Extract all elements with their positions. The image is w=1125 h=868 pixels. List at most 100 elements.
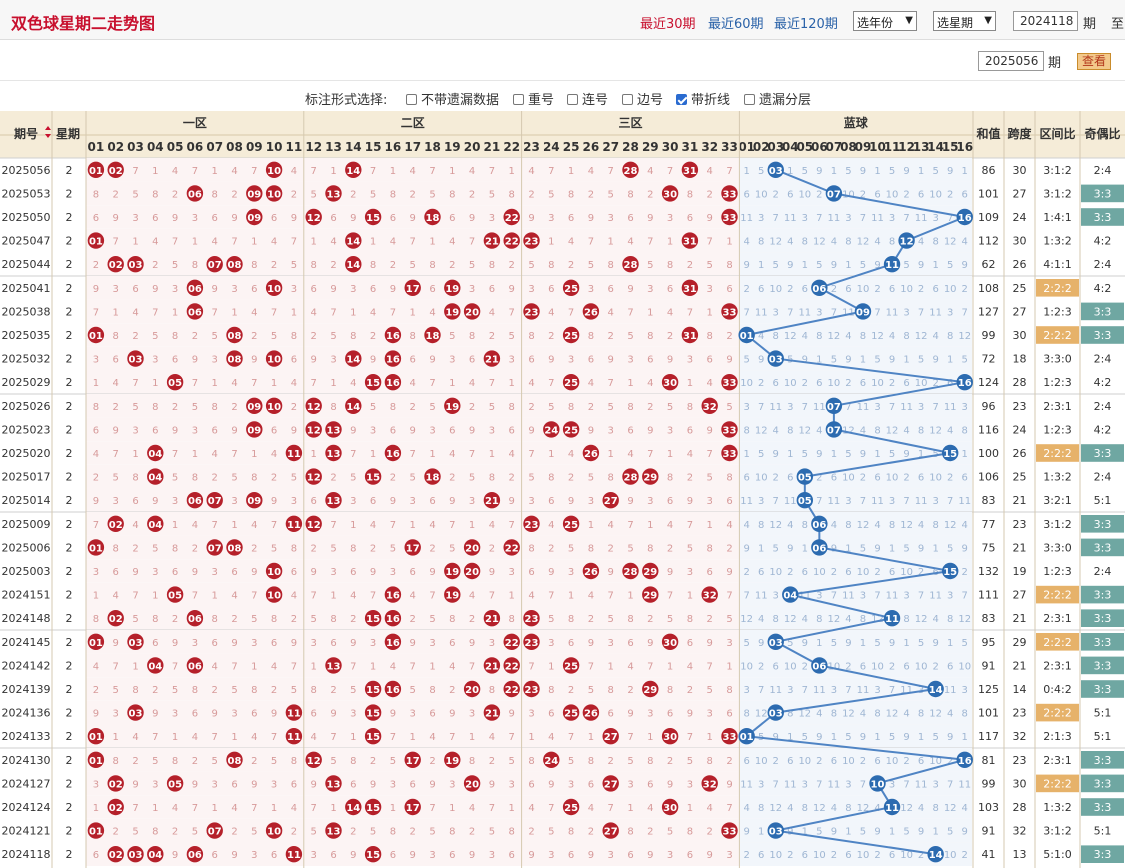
omission-value: 3 [311, 850, 317, 861]
range-recent-60-link[interactable]: 最近60期 [708, 13, 764, 32]
omission-value: 5 [251, 614, 257, 625]
table-row: 2024136 2 9 3 03 9 3 6 9 3 6 9 11 6 9 3 15 9 3 6 9 3 21 9 3 6 25 26… [2, 700, 1111, 725]
omission-value: 11 [886, 307, 899, 318]
omission-value: 4 [787, 237, 793, 248]
red-ball-number: 33 [723, 307, 737, 318]
omission-value: 8 [548, 685, 554, 696]
omission-value: 8 [726, 260, 732, 271]
end-issue-input[interactable]: 2025056 [978, 51, 1044, 71]
range-recent-30-link[interactable]: 最近30期 [640, 13, 696, 32]
blue-ball-number: 05 [798, 496, 812, 507]
start-issue-input[interactable]: 2024118 [1013, 11, 1078, 31]
omission-value: 12 [886, 425, 899, 436]
checkbox[interactable] [676, 94, 687, 105]
zone-ratio-value: 0:4:2 [1043, 683, 1071, 696]
checkbox[interactable] [406, 94, 417, 105]
omission-value: 3 [608, 425, 614, 436]
sum-value: 81 [982, 754, 996, 767]
issue-suffix-label: 期 [1083, 17, 1097, 32]
omission-value: 9 [370, 355, 376, 366]
year-select[interactable]: 选年份 ▼ [853, 11, 917, 31]
omission-value: 2 [212, 473, 218, 484]
omission-value: 8 [889, 237, 895, 248]
red-ball-number: 14 [346, 237, 360, 248]
omission-value: 5 [350, 473, 356, 484]
issue-number: 2024118 [2, 848, 51, 861]
checkbox[interactable] [744, 94, 755, 105]
omission-value: 12 [813, 237, 826, 248]
weekday-value: 2 [66, 565, 73, 578]
red-ball-number: 01 [89, 543, 103, 554]
omission-value: 3 [845, 213, 851, 224]
omission-value: 4 [802, 614, 808, 625]
red-ball-number: 12 [307, 402, 321, 413]
range-recent-120-link[interactable]: 最近120期 [774, 13, 838, 32]
omission-value: 4 [469, 378, 475, 389]
option-no-omission[interactable]: 不带遗漏数据 [406, 89, 499, 108]
zone-ratio-value: 3:1:2 [1043, 518, 1071, 531]
omission-value: 9 [489, 567, 495, 578]
omission-value: 2 [370, 331, 376, 342]
omission-value: 7 [489, 591, 495, 602]
omission-value: 7 [251, 591, 257, 602]
omission-value: 2 [489, 756, 495, 767]
option-layer[interactable]: 遗漏分层 [744, 89, 811, 108]
omission-value: 2 [588, 402, 594, 413]
omission-value: 6 [410, 567, 416, 578]
red-ball-number: 19 [445, 591, 459, 602]
red-ball-number: 33 [723, 449, 737, 460]
red-ball-number: 22 [505, 543, 519, 554]
omission-value: 4 [831, 803, 837, 814]
option-polyline[interactable]: 带折线 [676, 89, 730, 108]
checkbox[interactable] [567, 94, 578, 105]
omission-value: 4 [410, 591, 416, 602]
checkbox[interactable] [622, 94, 633, 105]
omission-value: 6 [687, 850, 693, 861]
omission-value: 10 [900, 284, 913, 295]
omission-value: 5 [845, 166, 851, 177]
omission-value: 9 [390, 709, 396, 720]
omission-value: 3 [548, 850, 554, 861]
omission-value: 3 [889, 496, 895, 507]
sum-value: 106 [978, 471, 999, 484]
weekday-select[interactable]: 选星期 ▼ [933, 11, 996, 31]
omission-value: 8 [192, 260, 198, 271]
omission-value: 6 [429, 709, 435, 720]
omission-value: 4 [548, 520, 554, 531]
omission-value: 5 [889, 449, 895, 460]
blue-ball-number: 06 [812, 661, 826, 672]
omission-value: 2 [132, 756, 138, 767]
omission-value: 2 [350, 189, 356, 200]
option-consecutive[interactable]: 连号 [567, 89, 608, 108]
issue-number: 2024142 [2, 659, 51, 672]
omission-value: 8 [787, 425, 793, 436]
omission-value: 2 [687, 473, 693, 484]
weekday-value: 2 [66, 777, 73, 790]
weekday-value: 2 [66, 305, 73, 318]
checkbox[interactable] [513, 94, 524, 105]
omission-value: 7 [588, 661, 594, 672]
option-edge[interactable]: 边号 [622, 89, 663, 108]
option-repeat[interactable]: 重号 [513, 89, 554, 108]
omission-value: 8 [132, 685, 138, 696]
red-ball-number: 30 [663, 189, 677, 200]
omission-value: 6 [743, 189, 749, 200]
weekday-value: 2 [66, 235, 73, 248]
omission-value: 2 [469, 189, 475, 200]
omission-value: 5 [172, 260, 178, 271]
omission-value: 9 [291, 638, 297, 649]
sum-value: 100 [978, 447, 999, 460]
omission-value: 3 [152, 355, 158, 366]
omission-value: 6 [350, 567, 356, 578]
omission-value: 4 [845, 614, 851, 625]
omission-value: 5 [231, 685, 237, 696]
header-odd-even: 奇偶比 [1084, 126, 1120, 141]
omission-value: 5 [874, 638, 880, 649]
zone-ratio-value: 2:2:2 [1043, 589, 1071, 602]
omission-value: 3 [113, 496, 119, 507]
omission-value: 7 [311, 591, 317, 602]
omission-value: 8 [608, 685, 614, 696]
omission-value: 9 [449, 496, 455, 507]
omission-value: 7 [743, 591, 749, 602]
view-button[interactable]: 查看 [1077, 53, 1111, 70]
